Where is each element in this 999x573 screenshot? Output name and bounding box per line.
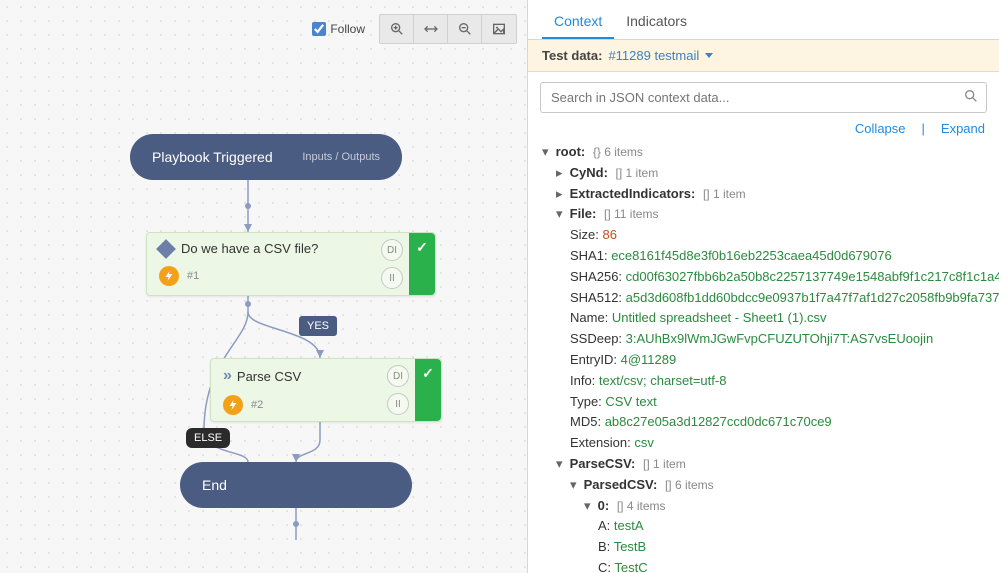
file-name[interactable]: Name: Untitled spreadsheet - Sheet1 (1).… <box>542 308 985 329</box>
tree-extracted[interactable]: ▸ ExtractedIndicators: [] 1 item <box>542 184 985 205</box>
task2-title: Parse CSV <box>237 369 301 384</box>
file-extension[interactable]: Extension: csv <box>542 433 985 454</box>
automation-icon <box>223 395 243 415</box>
row0-a[interactable]: A: testA <box>542 516 985 537</box>
file-type[interactable]: Type: CSV text <box>542 392 985 413</box>
task2-chip-ii[interactable]: II <box>387 393 409 415</box>
file-sha1[interactable]: SHA1: ece8161f45d8e3f0b16eb2253caea45d0d… <box>542 246 985 267</box>
file-md5[interactable]: MD5: ab8c27e05a3d12827ccd0dc671c70ce9 <box>542 412 985 433</box>
canvas-toolbar: Follow <box>312 14 517 44</box>
fit-width-button[interactable] <box>414 15 448 43</box>
test-data-bar: Test data: #11289 testmail <box>528 40 999 72</box>
expand-button[interactable]: Expand <box>941 121 985 136</box>
json-tree[interactable]: ▾ root: {} 6 items ▸ CyNd: [] 1 item ▸ E… <box>528 142 999 573</box>
collapse-button[interactable]: Collapse <box>855 121 906 136</box>
image-button[interactable] <box>482 15 516 43</box>
playbook-end-title: End <box>202 477 227 493</box>
tree-parsecsv[interactable]: ▾ ParseCSV: [] 1 item <box>542 454 985 475</box>
action-separator: | <box>922 121 925 136</box>
playbook-start-io-label[interactable]: Inputs / Outputs <box>302 151 380 163</box>
file-sha256[interactable]: SHA256: cd00f63027fbb6b2a50b8c2257137749… <box>542 267 985 288</box>
branch-else[interactable]: ELSE <box>186 428 230 448</box>
automation-icon <box>159 266 179 286</box>
image-icon <box>491 21 507 37</box>
task-node-1[interactable]: Do we have a CSV file? #1 DI II ✓ <box>146 232 436 296</box>
tree-root[interactable]: ▾ root: {} 6 items <box>542 142 985 163</box>
action-icon: » <box>223 367 229 385</box>
playbook-canvas[interactable]: Follow <box>0 0 527 573</box>
search-icon <box>963 88 979 107</box>
panel-tabs: Context Indicators <box>528 0 999 40</box>
task2-status-strip: ✓ <box>415 359 441 421</box>
tab-indicators[interactable]: Indicators <box>614 3 699 39</box>
playbook-end-node[interactable]: End <box>180 462 412 508</box>
condition-icon <box>156 239 176 259</box>
zoom-out-icon <box>457 21 473 37</box>
task1-chip-ii[interactable]: II <box>381 267 403 289</box>
branch-yes[interactable]: YES <box>299 316 337 336</box>
file-sha512[interactable]: SHA512: a5d3d608fb1dd60bdcc9e0937b1f7a47… <box>542 288 985 309</box>
file-ssdeep[interactable]: SSDeep: 3:AUhBx9lWmJGwFvpCFUZUTOhji7T:AS… <box>542 329 985 350</box>
task2-chip-di[interactable]: DI <box>387 365 409 387</box>
file-entryid[interactable]: EntryID: 4@11289 <box>542 350 985 371</box>
follow-checkbox[interactable] <box>312 22 326 36</box>
test-data-label: Test data: <box>542 48 602 63</box>
zoom-out-button[interactable] <box>448 15 482 43</box>
caret-down-icon <box>705 53 713 58</box>
tree-actions: Collapse | Expand <box>528 117 999 142</box>
zoom-in-button[interactable] <box>380 15 414 43</box>
test-data-dropdown[interactable]: #11289 testmail <box>608 48 713 63</box>
check-icon: ✓ <box>422 365 434 382</box>
tab-context[interactable]: Context <box>542 3 614 39</box>
tree-cynd[interactable]: ▸ CyNd: [] 1 item <box>542 163 985 184</box>
file-info[interactable]: Info: text/csv; charset=utf-8 <box>542 371 985 392</box>
task1-title: Do we have a CSV file? <box>181 241 318 256</box>
playbook-start-node[interactable]: Playbook Triggered Inputs / Outputs <box>130 134 402 180</box>
task1-chip-di[interactable]: DI <box>381 239 403 261</box>
tree-file[interactable]: ▾ File: [] 11 items <box>542 204 985 225</box>
task1-id: #1 <box>187 270 199 282</box>
follow-label: Follow <box>330 22 365 36</box>
task-node-2[interactable]: » Parse CSV #2 DI II ✓ <box>210 358 442 422</box>
context-panel: Context Indicators Test data: #11289 tes… <box>527 0 999 573</box>
search-wrap <box>528 72 999 117</box>
task1-status-strip: ✓ <box>409 233 435 295</box>
playbook-start-title: Playbook Triggered <box>152 149 273 165</box>
search-input[interactable] <box>540 82 987 113</box>
tree-parsedcsv[interactable]: ▾ ParsedCSV: [] 6 items <box>542 475 985 496</box>
row0-c[interactable]: C: TestC <box>542 558 985 573</box>
task2-id: #2 <box>251 399 263 411</box>
file-size[interactable]: Size: 86 <box>542 225 985 246</box>
zoom-in-icon <box>389 21 405 37</box>
fit-width-icon <box>423 21 439 37</box>
follow-toggle[interactable]: Follow <box>312 22 365 36</box>
row0-b[interactable]: B: TestB <box>542 537 985 558</box>
check-icon: ✓ <box>416 239 428 256</box>
tree-row0[interactable]: ▾ 0: [] 4 items <box>542 496 985 517</box>
canvas-tool-buttons <box>379 14 517 44</box>
test-data-value: #11289 testmail <box>608 48 699 63</box>
